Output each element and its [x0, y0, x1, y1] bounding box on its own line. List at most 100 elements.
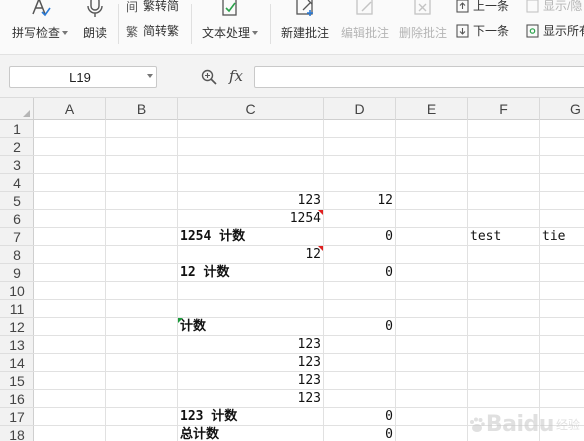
- cell-d9[interactable]: 0: [324, 264, 395, 282]
- cell-c18[interactable]: 总计数: [178, 426, 323, 441]
- formula-bar: L19 fx: [0, 55, 584, 98]
- read-aloud-button[interactable]: 朗读: [78, 0, 112, 41]
- row-header-13[interactable]: 13: [0, 336, 34, 354]
- cell-c13[interactable]: 123: [178, 336, 323, 354]
- cell-d12[interactable]: 0: [324, 318, 395, 336]
- cell-d7[interactable]: 0: [324, 228, 395, 246]
- cell-c7[interactable]: 1254 计数: [178, 228, 323, 246]
- column-header-e[interactable]: E: [396, 98, 468, 120]
- column-header-b[interactable]: B: [106, 98, 178, 120]
- row-header-18[interactable]: 18: [0, 426, 34, 441]
- row-header-9[interactable]: 9: [0, 264, 34, 282]
- ribbon-separator: [270, 4, 271, 44]
- trad-to-simp-button[interactable]: 间 繁转简: [126, 0, 179, 14]
- new-comment-label: 新建批注: [280, 26, 329, 40]
- next-comment-icon: [456, 23, 470, 38]
- cell-area[interactable]: 123 12 1254 1254 计数 0 test tie 12 12 计数 0 计数 0 123 1…: [34, 120, 584, 441]
- text-processing-label: 文本处理: [201, 26, 250, 40]
- baidu-watermark: Baidu 经验: [468, 412, 580, 437]
- spell-check-button[interactable]: 拼写检查: [10, 0, 70, 41]
- name-box-dropdown-icon[interactable]: [142, 74, 156, 79]
- row-header-7[interactable]: 7: [0, 228, 34, 246]
- row-header-11[interactable]: 11: [0, 300, 34, 318]
- cell-c17[interactable]: 123 计数: [178, 408, 323, 426]
- row-header-5[interactable]: 5: [0, 192, 34, 210]
- column-header-a[interactable]: A: [34, 98, 106, 120]
- trad-to-simp-label: 繁转简: [143, 0, 180, 13]
- row-header-4[interactable]: 4: [0, 174, 34, 192]
- zoom-icon[interactable]: [201, 69, 217, 88]
- comment-indicator-icon[interactable]: [318, 210, 323, 215]
- cell-c16[interactable]: 123: [178, 390, 323, 408]
- fx-icon[interactable]: fx: [229, 67, 243, 85]
- row-header-10[interactable]: 10: [0, 282, 34, 300]
- edit-comment-icon: [354, 0, 376, 18]
- next-comment-button[interactable]: 下一条: [456, 22, 509, 39]
- read-aloud-label: 朗读: [82, 26, 107, 40]
- spell-check-icon: [29, 0, 51, 18]
- column-header-d[interactable]: D: [324, 98, 396, 120]
- row-header-1[interactable]: 1: [0, 120, 34, 138]
- delete-comment-button[interactable]: 删除批注: [396, 0, 450, 41]
- show-hide-comment-button[interactable]: 显示/隐: [526, 0, 582, 14]
- formula-input[interactable]: [254, 66, 584, 88]
- prev-comment-button[interactable]: 上一条: [456, 0, 509, 14]
- show-all-icon: [526, 23, 540, 38]
- edit-comment-button[interactable]: 编辑批注: [338, 0, 392, 41]
- comment-indicator-icon[interactable]: [318, 246, 323, 251]
- error-indicator-icon[interactable]: [178, 318, 183, 323]
- new-comment-button[interactable]: 新建批注: [278, 0, 332, 41]
- simp-trad-icon: 繁: [126, 24, 140, 38]
- cell-f7[interactable]: test: [468, 228, 539, 246]
- svg-text:繁: 繁: [126, 24, 138, 38]
- row-header-3[interactable]: 3: [0, 156, 34, 174]
- watermark-subtext: 经验: [555, 418, 580, 432]
- cell-g7[interactable]: tie: [540, 228, 584, 246]
- watermark-text: Baidu: [485, 412, 555, 437]
- row-header-bar: 1 2 3 4 5 6 7 8 9 10 11 12 13 14 15 16 17 18: [0, 120, 34, 441]
- svg-text:间: 间: [126, 0, 138, 13]
- cell-c12[interactable]: 计数: [178, 318, 323, 336]
- cell-c14[interactable]: 123: [178, 354, 323, 372]
- cell-c6[interactable]: 1254: [178, 210, 323, 228]
- ribbon-separator: [191, 4, 192, 44]
- spreadsheet-grid: ABCDEFG 1 2 3 4 5 6 7 8 9 10 11 12 13 14 15 16 17 18 123 1…: [0, 98, 584, 441]
- text-processing-icon: [219, 0, 241, 18]
- text-processing-dropdown-icon[interactable]: [252, 30, 258, 35]
- show-hide-label: 显示/隐: [543, 0, 583, 13]
- name-box[interactable]: L19: [9, 66, 157, 88]
- cell-d18[interactable]: 0: [324, 426, 395, 441]
- row-header-12[interactable]: 12: [0, 318, 34, 336]
- row-header-14[interactable]: 14: [0, 354, 34, 372]
- column-header-c[interactable]: C: [178, 98, 324, 120]
- column-header-g[interactable]: G: [540, 98, 584, 120]
- grid-row-line: [34, 173, 584, 174]
- show-all-comments-button[interactable]: 显示所有: [526, 22, 584, 39]
- column-header-f[interactable]: F: [468, 98, 540, 120]
- cell-c8[interactable]: 12: [178, 246, 323, 264]
- text-processing-button[interactable]: 文本处理: [197, 0, 263, 41]
- spell-check-label: 拼写检查: [11, 26, 60, 40]
- cell-d17[interactable]: 0: [324, 408, 395, 426]
- column-header-bar: ABCDEFG: [0, 98, 584, 120]
- show-hide-icon: [526, 0, 540, 13]
- grid-row-line: [34, 137, 584, 138]
- row-header-16[interactable]: 16: [0, 390, 34, 408]
- row-header-2[interactable]: 2: [0, 138, 34, 156]
- microphone-icon: [85, 0, 105, 18]
- cell-c5[interactable]: 123: [178, 192, 323, 210]
- spell-check-dropdown-icon[interactable]: [62, 30, 68, 35]
- cell-c15[interactable]: 123: [178, 372, 323, 390]
- ribbon-toolbar: 拼写检查 朗读 间 繁转简 繁 简转繁 文本处理 新建批注 编辑批注 删除批注 …: [0, 0, 584, 55]
- row-header-8[interactable]: 8: [0, 246, 34, 264]
- trad-simp-icon: 间: [126, 0, 140, 13]
- cell-d5[interactable]: 12: [324, 192, 395, 210]
- simp-to-trad-button[interactable]: 繁 简转繁: [126, 22, 179, 39]
- row-header-17[interactable]: 17: [0, 408, 34, 426]
- show-all-label: 显示所有: [543, 24, 584, 38]
- grid-row-line: [34, 299, 584, 300]
- select-all-corner[interactable]: [0, 98, 34, 120]
- cell-c9[interactable]: 12 计数: [178, 264, 323, 282]
- row-header-6[interactable]: 6: [0, 210, 34, 228]
- row-header-15[interactable]: 15: [0, 372, 34, 390]
